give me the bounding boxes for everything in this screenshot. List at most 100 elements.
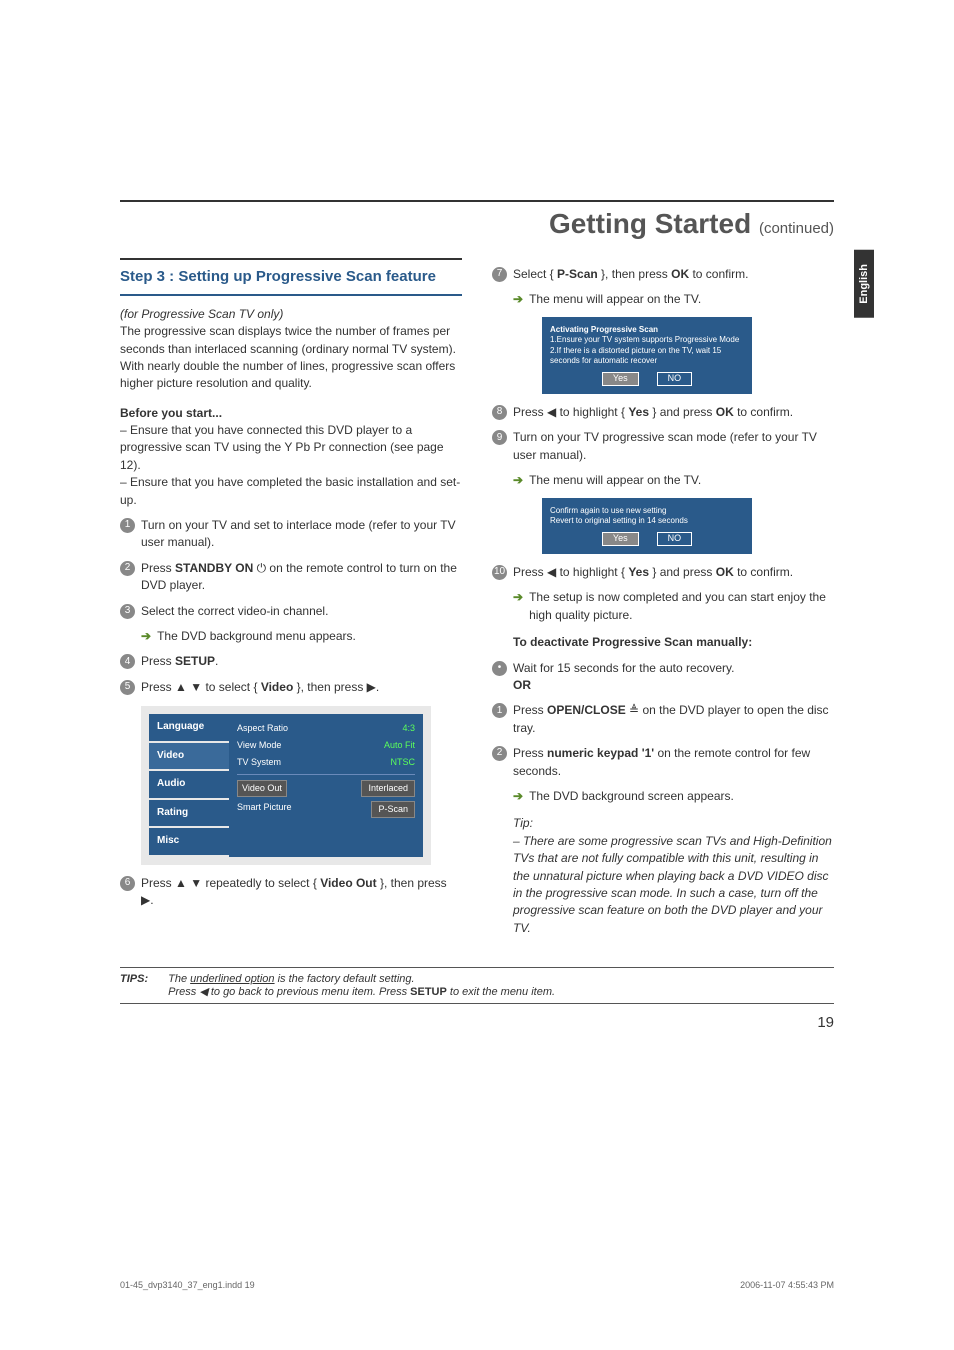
step-6-text: Press ▲ ▼ repeatedly to select { Video O… (141, 875, 462, 910)
step-num-d2: 2 (492, 746, 507, 761)
step-7-result: ➔ The menu will appear on the TV. (513, 291, 834, 308)
step-num-8: 8 (492, 405, 507, 420)
popup1-title: Activating Progressive Scan (550, 325, 744, 335)
ok-label: OK (671, 267, 689, 281)
wait-text: Wait for 15 seconds for the auto recover… (513, 660, 834, 695)
eject-icon: ≜ (629, 703, 639, 717)
arrow-icon: ➔ (513, 788, 523, 805)
t: The DVD background screen appears. (529, 788, 734, 805)
step-5: 5 Press ▲ ▼ to select { Video }, then pr… (120, 679, 462, 696)
t: Press (513, 405, 547, 419)
or-label: OR (513, 678, 531, 692)
t: Press (141, 876, 175, 890)
t: Wait for 15 seconds for the auto recover… (513, 661, 734, 675)
view-value: Auto Fit (384, 739, 415, 752)
menu-audio: Audio (149, 771, 229, 798)
page-content: Getting Started (continued) Step 3 : Set… (0, 0, 954, 1091)
page-title: Getting Started (continued) (120, 208, 834, 240)
wait-step: • Wait for 15 seconds for the auto recov… (492, 660, 834, 695)
tips-footer: TIPS: The underlined option is the facto… (120, 967, 834, 1004)
t: }, then press (293, 680, 366, 694)
section-heading: Step 3 : Setting up Progressive Scan fea… (120, 258, 462, 296)
popup-no-button: NO (657, 532, 693, 546)
popup1-line3: 2.If there is a distorted picture on the… (550, 346, 744, 367)
popup1-line2: 1.Ensure your TV system supports Progres… (550, 335, 744, 345)
aspect-value: 4:3 (402, 722, 415, 735)
t: to confirm. (734, 405, 793, 419)
t: to highlight { (556, 405, 628, 419)
t: Select { (513, 267, 557, 281)
t: Press (141, 680, 175, 694)
step-10-text: Press ◀ to highlight { Yes } and press O… (513, 564, 834, 581)
step-3: 3 Select the correct video-in channel. (120, 603, 462, 620)
ok-label: OK (716, 405, 734, 419)
step-4-text: Press SETUP. (141, 653, 462, 670)
vout-pscan: P-Scan (371, 801, 415, 818)
open-close-label: OPEN/CLOSE (547, 703, 626, 717)
menu-rating: Rating (149, 800, 229, 827)
t: The (168, 973, 190, 985)
step-num-d1: 1 (492, 703, 507, 718)
left-icon: ◀ (199, 986, 207, 998)
step-5-text: Press ▲ ▼ to select { Video }, then pres… (141, 679, 462, 696)
step-9: 9 Turn on your TV progressive scan mode … (492, 429, 834, 464)
t: . (376, 680, 379, 694)
tips-content: The underlined option is the factory def… (168, 973, 834, 998)
arrow-icon: ➔ (513, 472, 523, 489)
left-icon: ◀ (547, 565, 556, 579)
print-footer: 01-45_dvp3140_37_eng1.indd 19 2006-11-07… (120, 1280, 834, 1290)
step-9-text: Turn on your TV progressive scan mode (r… (513, 429, 834, 464)
vout-interlaced: Interlaced (361, 780, 415, 797)
t: Press (141, 654, 175, 668)
step-2: 2 Press STANDBY ON ⏻ on the remote contr… (120, 560, 462, 595)
tvsys-label: TV System (237, 756, 281, 769)
t: The DVD background menu appears. (157, 628, 356, 645)
bullet-icon: • (492, 661, 507, 676)
intro-text: The progressive scan displays twice the … (120, 323, 462, 393)
step-10: 10 Press ◀ to highlight { Yes } and pres… (492, 564, 834, 581)
popup2-line2: Revert to original setting in 14 seconds (550, 516, 744, 526)
tip-body: – There are some progressive scan TVs an… (513, 833, 834, 937)
t: }, then press (377, 876, 447, 890)
t: to highlight { (556, 565, 628, 579)
footer-file: 01-45_dvp3140_37_eng1.indd 19 (120, 1280, 255, 1290)
t: to go back to previous menu item. Press (208, 986, 410, 998)
step-num-7: 7 (492, 267, 507, 282)
t: }, then press (598, 267, 671, 281)
step-num-1: 1 (120, 518, 135, 533)
view-label: View Mode (237, 739, 281, 752)
menu-sidebar: Language Video Audio Rating Misc (149, 714, 229, 857)
t: repeatedly to select { (202, 876, 320, 890)
t: Press (168, 986, 199, 998)
t: to confirm. (689, 267, 748, 281)
t: The menu will appear on the TV. (529, 291, 701, 308)
step-4: 4 Press SETUP. (120, 653, 462, 670)
underlined-option: underlined option (190, 973, 274, 985)
aspect-label: Aspect Ratio (237, 722, 288, 735)
menu-screenshot: Language Video Audio Rating Misc Aspect … (141, 706, 431, 865)
t: Press (513, 703, 547, 717)
pscan-note: (for Progressive Scan TV only) (120, 306, 462, 323)
step-7-text: Select { P-Scan }, then press OK to conf… (513, 266, 834, 283)
step-num-6: 6 (120, 876, 135, 891)
right-icon: ▶ (367, 680, 376, 694)
step-2-text: Press STANDBY ON ⏻ on the remote control… (141, 560, 462, 595)
t: The menu will appear on the TV. (529, 472, 701, 489)
step-num-10: 10 (492, 565, 507, 580)
step-9-result: ➔ The menu will appear on the TV. (513, 472, 834, 489)
step-num-2: 2 (120, 561, 135, 576)
step-10-result: ➔ The setup is now completed and you can… (513, 589, 834, 624)
video-label: Video (261, 680, 293, 694)
step-3-text: Select the correct video-in channel. (141, 603, 462, 620)
setup-label: SETUP (410, 986, 447, 998)
right-icon: ▶ (141, 893, 150, 907)
t: The setup is now completed and you can s… (529, 589, 834, 624)
left-column: Step 3 : Setting up Progressive Scan fea… (120, 258, 462, 937)
step-3-result: ➔ The DVD background menu appears. (141, 628, 462, 645)
menu-video: Video (149, 743, 229, 770)
t: to select { (202, 680, 261, 694)
deact-step-1: 1 Press OPEN/CLOSE ≜ on the DVD player t… (492, 702, 834, 737)
header-divider (120, 200, 834, 202)
deact-2-text: Press numeric keypad '1' on the remote c… (513, 745, 834, 780)
yes-label: Yes (628, 405, 649, 419)
